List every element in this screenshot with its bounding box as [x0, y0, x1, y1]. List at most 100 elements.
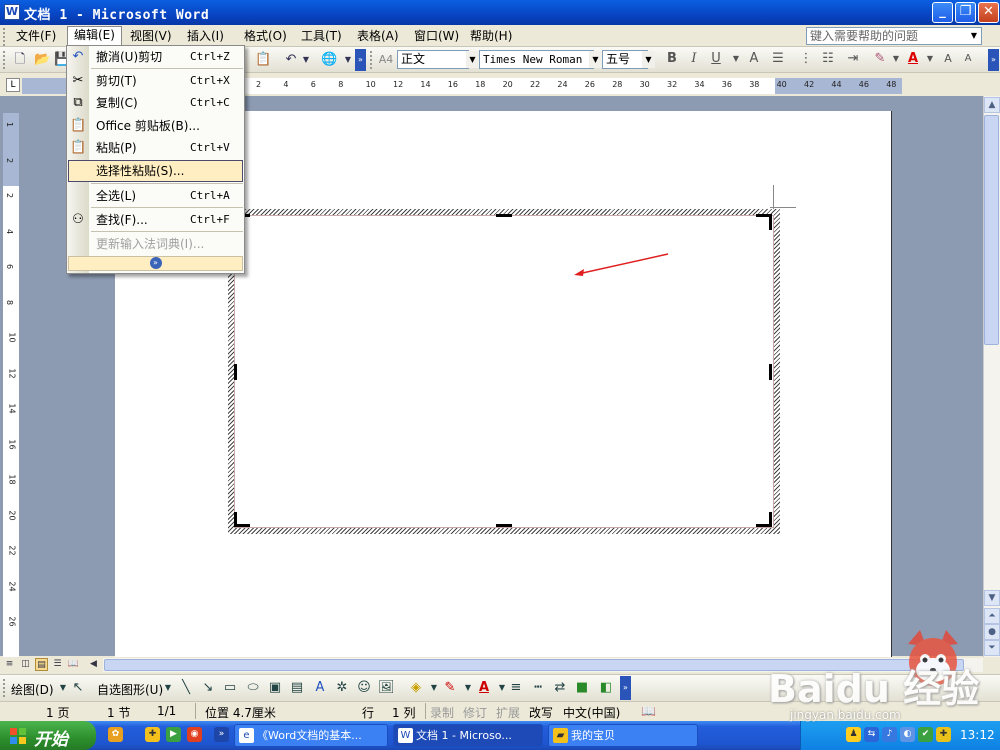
normal-view-icon[interactable]: ≡	[3, 658, 16, 671]
font-color-button[interactable]: A	[905, 51, 921, 67]
toolbar-more-icon[interactable]: ▼	[340, 52, 356, 68]
draw-font-color-icon[interactable]: A	[476, 680, 492, 696]
menubar-grip[interactable]	[3, 28, 7, 46]
font-color-dropdown-icon[interactable]: ▼	[922, 51, 938, 67]
draw-menu-button[interactable]: 绘图(D)	[11, 681, 54, 698]
print-layout-view-icon[interactable]: ▤	[35, 658, 48, 671]
help-search-input[interactable]: 键入需要帮助的问题	[806, 27, 982, 45]
canvas-handle-bottom-left-v[interactable]	[234, 512, 237, 527]
open-folder-icon[interactable]: 📂	[34, 52, 50, 68]
draw-menu-dropdown-icon[interactable]: ▼	[55, 680, 71, 696]
maximize-button[interactable]: ❐	[955, 2, 976, 23]
clip-art-icon[interactable]: ☺	[356, 680, 372, 696]
style-combo[interactable]: 正文	[397, 50, 469, 69]
scroll-down-arrow[interactable]: ▼	[984, 590, 1000, 606]
menu-item-paste-special[interactable]: 选择性粘贴(S)...	[68, 160, 243, 182]
line-color-icon[interactable]: ✎	[442, 680, 458, 696]
autoshapes-menu-button[interactable]: 自选图形(U)	[97, 681, 163, 698]
menu-tools[interactable]: 工具(T)	[295, 27, 348, 45]
hyperlink-icon[interactable]: 🌐	[321, 52, 337, 68]
vertical-text-box-icon[interactable]: ▤	[289, 680, 305, 696]
numbering-icon[interactable]: ⋮	[798, 51, 814, 67]
close-button[interactable]: ✕	[978, 2, 999, 23]
drawing-toolbar-options-icon[interactable]: »	[620, 676, 631, 700]
menu-help[interactable]: 帮助(H)	[464, 27, 518, 45]
spelling-status-icon[interactable]: 📖	[641, 704, 656, 718]
wordart-icon[interactable]: A	[312, 680, 328, 696]
quicklaunch-chrome-icon[interactable]: ◉	[187, 727, 202, 742]
drawing-canvas[interactable]	[234, 215, 774, 528]
oval-tool-icon[interactable]: ⬭	[245, 680, 261, 696]
outline-view-icon[interactable]: ☰	[51, 658, 64, 671]
canvas-handle-right[interactable]	[769, 364, 772, 380]
scroll-left-arrow[interactable]: ◀	[87, 658, 100, 671]
format-toolbar-options-icon[interactable]: »	[988, 49, 999, 71]
rectangle-tool-icon[interactable]: ▭	[222, 680, 238, 696]
text-box-tool-icon[interactable]: ▣	[267, 680, 283, 696]
menu-item-copy[interactable]: ⧉ 复制(C) Ctrl+C	[67, 92, 244, 114]
undo-toolbar-icon[interactable]: ↶	[283, 52, 299, 68]
minimize-button[interactable]: _	[932, 2, 953, 23]
quicklaunch-browser-icon[interactable]: ✚	[145, 727, 160, 742]
arrow-style-icon[interactable]: ⇄	[552, 680, 568, 696]
start-button[interactable]: 开始	[0, 721, 96, 750]
word-app-icon[interactable]: W	[4, 4, 20, 20]
grow-font-icon[interactable]: A	[940, 51, 956, 67]
arrow-tool-icon[interactable]: ↘	[200, 680, 216, 696]
italic-button[interactable]: I	[686, 51, 702, 67]
canvas-handle-bottom-right-v[interactable]	[769, 512, 772, 527]
dash-style-icon[interactable]: ┅	[530, 680, 546, 696]
status-extend[interactable]: 扩展	[496, 704, 520, 721]
style-combo-arrow[interactable]: ▼	[466, 51, 479, 68]
menu-window[interactable]: 窗口(W)	[408, 27, 465, 45]
align-justify-icon[interactable]: ☰	[770, 51, 786, 67]
menu-table[interactable]: 表格(A)	[351, 27, 405, 45]
menu-item-select-all[interactable]: 全选(L) Ctrl+A	[67, 185, 244, 207]
status-overtype[interactable]: 改写	[529, 704, 553, 721]
scroll-thumb[interactable]	[984, 115, 999, 345]
font-shrink-icon[interactable]: A	[746, 51, 762, 67]
menu-edit[interactable]: 编辑(E)	[67, 26, 122, 46]
insert-picture-icon[interactable]: 🖼	[378, 680, 395, 696]
new-document-icon[interactable]: 🗋	[12, 52, 28, 68]
canvas-handle-bottom[interactable]	[496, 524, 512, 527]
line-color-dropdown-icon[interactable]: ▼	[460, 680, 476, 696]
fill-color-dropdown-icon[interactable]: ▼	[426, 680, 442, 696]
status-track-changes[interactable]: 修订	[463, 704, 487, 721]
font-combo-arrow[interactable]: ▼	[589, 51, 602, 68]
web-layout-view-icon[interactable]: ◫	[19, 658, 32, 671]
diagram-icon[interactable]: ✲	[334, 680, 350, 696]
scroll-up-arrow[interactable]: ▲	[984, 97, 1000, 113]
autoshapes-dropdown-icon[interactable]: ▼	[160, 680, 176, 696]
quicklaunch-expand-icon[interactable]: »	[214, 727, 229, 742]
taskbar-task-folder[interactable]: ▰ 我的宝贝	[548, 724, 698, 747]
taskbar-task-browser[interactable]: e 《Word文档的基本...	[234, 724, 388, 747]
menu-insert[interactable]: 插入(I)	[181, 27, 230, 45]
shrink-font-icon[interactable]: A	[960, 51, 976, 67]
menu-expand-button[interactable]: »	[68, 256, 243, 271]
menu-item-undo[interactable]: ↶ 撤消(U)剪切 Ctrl+Z	[67, 46, 244, 68]
tray-update-icon[interactable]: ✔	[918, 727, 933, 742]
canvas-handle-left[interactable]	[234, 364, 237, 380]
format-toolbar-grip[interactable]	[370, 51, 374, 69]
menu-item-cut[interactable]: ✂ 剪切(T) Ctrl+X	[67, 70, 244, 92]
highlight-dropdown-icon[interactable]: ▼	[888, 51, 904, 67]
underline-button[interactable]: U	[708, 51, 724, 67]
select-objects-icon[interactable]: ↖	[70, 680, 86, 696]
drawing-toolbar-grip[interactable]	[3, 679, 7, 697]
fill-color-icon[interactable]: ◈	[408, 680, 424, 696]
status-record[interactable]: 录制	[430, 704, 454, 721]
tray-plus-icon[interactable]: ✚	[936, 727, 951, 742]
quicklaunch-app-icon[interactable]: ✿	[108, 727, 123, 742]
font-combo[interactable]: Times New Roman	[479, 50, 594, 69]
highlight-icon[interactable]: ✎	[872, 51, 888, 67]
paste-toolbar-icon[interactable]: 📋	[255, 52, 271, 68]
bullets-icon[interactable]: ☷	[820, 51, 836, 67]
line-style-icon[interactable]: ≡	[508, 680, 524, 696]
underline-dropdown-icon[interactable]: ▼	[728, 51, 744, 67]
select-browse-object-icon[interactable]: ●	[984, 624, 1000, 640]
styles-pane-icon[interactable]: A4	[378, 52, 394, 68]
menu-format[interactable]: 格式(O)	[238, 27, 293, 45]
tray-volume-icon[interactable]: ♪	[882, 727, 897, 742]
undo-dropdown-icon[interactable]: ▼	[298, 52, 314, 68]
